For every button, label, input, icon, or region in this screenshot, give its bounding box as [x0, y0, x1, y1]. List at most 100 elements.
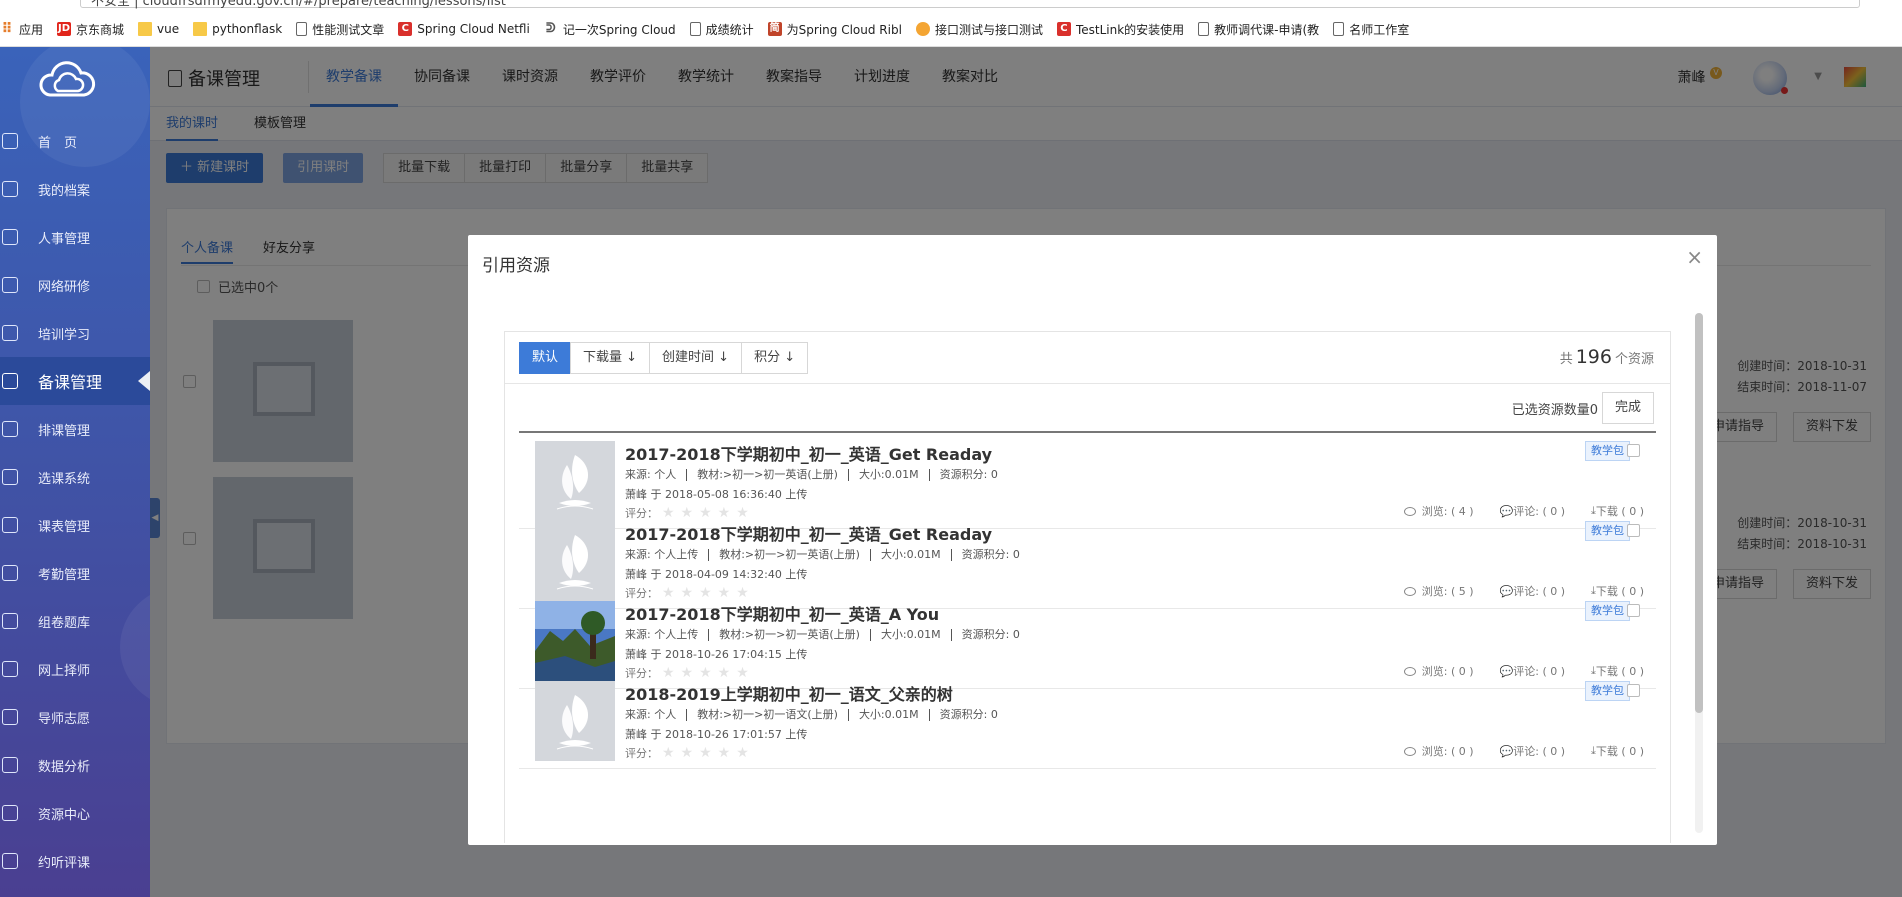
- separator: [950, 629, 952, 641]
- resource-info: 来源: 个人 教材:>初一>初一语文(上册) 大小:0.01M 资源积分: 0: [625, 706, 998, 722]
- bookmark-item[interactable]: C Spring Cloud Netfli: [398, 22, 530, 36]
- separator: [686, 469, 688, 481]
- sidebar-item-label: 网上择师: [38, 663, 91, 679]
- rating-stars[interactable]: ★★★★★: [662, 745, 755, 761]
- pie-chart-icon: [2, 757, 18, 773]
- downloads-count: 下载 ( 0 ): [1595, 745, 1644, 758]
- separator: [847, 709, 849, 721]
- sidebar-item-label: 排课管理: [38, 423, 91, 439]
- done-button[interactable]: 完成: [1601, 392, 1654, 424]
- sidebar-item-label: 首 页: [38, 135, 78, 151]
- sidebar-item[interactable]: 我的档案: [0, 165, 150, 213]
- monitor-icon: [2, 277, 18, 293]
- resource-size: 大小:0.01M: [880, 548, 941, 561]
- resource-thumbnail[interactable]: [535, 681, 615, 761]
- bookmark-label: 记一次Spring Cloud: [562, 22, 676, 37]
- bookmark-item[interactable]: 性能测试文章: [296, 21, 384, 38]
- bookmark-label: 应用: [19, 22, 44, 37]
- sidebar-item[interactable]: 排课管理: [0, 405, 150, 453]
- downloads-stat[interactable]: ⤓ 下载 ( 0 ): [1591, 743, 1644, 759]
- resource-total: 共 196 个资源: [1560, 346, 1654, 368]
- sidebar-item[interactable]: 约听评课: [0, 837, 150, 885]
- bookmark-item[interactable]: ⠿ 应用: [0, 21, 43, 38]
- sidebar-item[interactable]: 人事管理: [0, 213, 150, 261]
- resource-source: 来源: 个人: [625, 708, 677, 721]
- bookmark-item[interactable]: 名师工作室: [1333, 21, 1409, 38]
- sidebar-item[interactable]: 备课管理: [0, 357, 150, 405]
- resource-checkbox[interactable]: [1627, 524, 1640, 537]
- sidebar-item-label: 组卷题库: [38, 615, 91, 631]
- scrollbar[interactable]: [1695, 313, 1703, 833]
- separator: [869, 549, 871, 561]
- bookmark-item[interactable]: 成绩统计: [689, 21, 754, 38]
- sidebar-item-label: 数据分析: [38, 759, 91, 775]
- resource-checkbox[interactable]: [1627, 684, 1640, 697]
- sort-downloads-button[interactable]: 下载量 ↓: [570, 342, 651, 374]
- page-icon: [296, 22, 308, 36]
- resource-points: 资源积分: 0: [961, 628, 1020, 641]
- sidebar-item[interactable]: 组卷题库: [0, 597, 150, 645]
- bookmark-item[interactable]: vue: [138, 22, 179, 36]
- divider: [505, 383, 1670, 384]
- bookmark-item[interactable]: 简为Spring Cloud Ribl: [767, 21, 902, 38]
- modal-backdrop[interactable]: 引用资源 × 默认 下载量 ↓ 创建时间 ↓ 积分 ↓ 共 196 个资源 已选资源数量0…: [150, 47, 1902, 897]
- views-stat: 浏览: ( 0 ): [1403, 743, 1474, 759]
- resource-thumbnail[interactable]: [535, 521, 615, 601]
- bookmark-item[interactable]: JD 京东商城: [57, 21, 124, 38]
- sidebar-item[interactable]: 网上择师: [0, 645, 150, 693]
- close-icon[interactable]: ×: [1686, 245, 1703, 269]
- resource-thumbnail[interactable]: [535, 441, 615, 521]
- sort-default-button[interactable]: 默认: [519, 342, 572, 374]
- bookmark-item[interactable]: ᕲ 记一次Spring Cloud: [544, 21, 676, 38]
- sidebar-item-label: 考勤管理: [38, 567, 91, 583]
- cloud-logo-icon[interactable]: [36, 57, 98, 105]
- page-icon: [1198, 22, 1210, 36]
- sidebar-item[interactable]: 导师志愿: [0, 693, 150, 741]
- resource-upload-info: 萧峰 于 2018-10-26 17:04:15 上传: [625, 648, 808, 661]
- resource-points: 资源积分: 0: [939, 468, 998, 481]
- resource-title[interactable]: 2018-2019上学期初中_初一_语文_父亲的树: [625, 681, 953, 705]
- sort-points-button[interactable]: 积分 ↓: [741, 342, 809, 374]
- bookmark-label: TestLink的安装使用: [1075, 22, 1185, 37]
- jd-icon: JD: [57, 22, 72, 36]
- sidebar-item[interactable]: 考勤管理: [0, 549, 150, 597]
- resource-rating: 评分： ★★★★★: [625, 745, 755, 761]
- jian-icon: 简: [767, 22, 782, 36]
- sidebar-item[interactable]: 数据分析: [0, 741, 150, 789]
- course-select-icon: [2, 469, 18, 485]
- apps-grid-icon: ⠿: [1, 21, 13, 37]
- sidebar-item[interactable]: 课表管理: [0, 501, 150, 549]
- resource-upload-info: 萧峰 于 2018-04-09 14:32:40 上传: [625, 568, 808, 581]
- bookmark-item[interactable]: C TestLink的安装使用: [1056, 21, 1185, 38]
- sidebar-item[interactable]: 培训学习: [0, 309, 150, 357]
- lesson-icon: [2, 373, 18, 389]
- resource-title[interactable]: 2017-2018下学期初中_初一_英语_Get Readay: [625, 521, 992, 545]
- review-icon: [2, 853, 18, 869]
- bookmark-label: 性能测试文章: [312, 22, 385, 37]
- sort-created-time-button[interactable]: 创建时间 ↓: [649, 342, 743, 374]
- eye-icon: [1403, 746, 1416, 756]
- resource-thumbnail[interactable]: [535, 601, 615, 681]
- home-icon: [2, 133, 18, 149]
- resource-source: 来源: 个人上传: [625, 628, 699, 641]
- sidebar-item[interactable]: 选课系统: [0, 453, 150, 501]
- sidebar-item[interactable]: 首 页: [0, 117, 150, 165]
- resource-checkbox[interactable]: [1627, 604, 1640, 617]
- bookmark-item[interactable]: 教师调代课-申请(教: [1198, 21, 1319, 38]
- bookmark-item[interactable]: 接口测试与接口测试: [915, 21, 1043, 38]
- resource-title[interactable]: 2017-2018下学期初中_初一_英语_Get Readay: [625, 441, 992, 465]
- sidebar-item[interactable]: 资源中心: [0, 789, 150, 837]
- resource-checkbox[interactable]: [1627, 444, 1640, 457]
- address-bar[interactable]: 不安全 | cloudfrsdfmyedu.gov.cn/#/prepare/t…: [80, 0, 1860, 9]
- sidebar-item-label: 备课管理: [38, 373, 103, 392]
- comments-stat[interactable]: 💬 评论: ( 0 ): [1500, 743, 1565, 759]
- bookmark-item[interactable]: pythonflask: [193, 22, 282, 36]
- circle-icon: [915, 22, 930, 36]
- resource-size: 大小:0.01M: [858, 708, 919, 721]
- scrollbar-thumb[interactable]: [1695, 313, 1703, 713]
- selection-summary: 已选资源数量0 完成: [1512, 392, 1654, 424]
- sidebar-item-label: 培训学习: [38, 327, 91, 343]
- sidebar-item[interactable]: 网络研修: [0, 261, 150, 309]
- separator: [928, 469, 930, 481]
- resource-title[interactable]: 2017-2018下学期初中_初一_英语_A You: [625, 601, 939, 625]
